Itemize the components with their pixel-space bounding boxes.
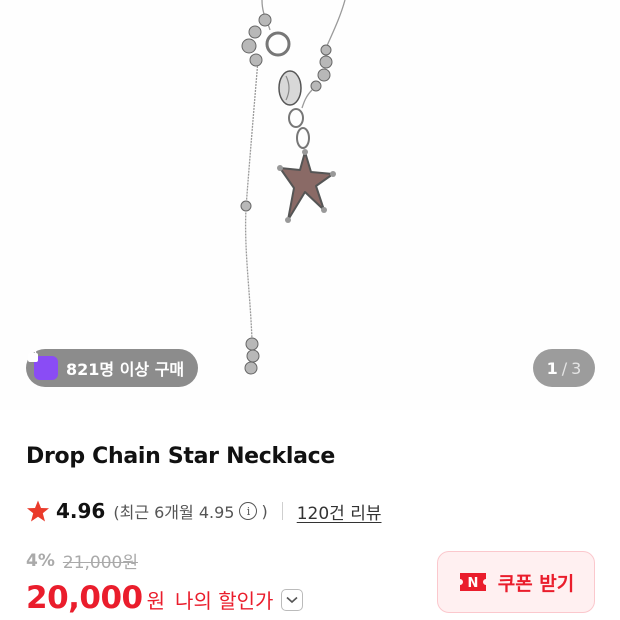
get-coupon-button[interactable]: N 쿠폰 받기 [437,551,595,613]
pager-total: 3 [571,358,582,378]
shopping-bag-icon [28,349,58,380]
recent-rating-text: (최근 6개월 4.95 [113,503,235,522]
coupon-label: 쿠폰 받기 [497,572,575,595]
discount-row: 4% 21,000원 [26,548,138,574]
price-details-toggle[interactable] [281,589,304,611]
coupon-icon-letter: N [467,576,478,591]
sale-price-row: 20,000 원 나의 할인가 [26,580,304,616]
original-price: 21,000원 [62,553,138,573]
my-discount-label: 나의 할인가 [175,589,274,613]
pager-current: 1 [546,358,558,378]
coupon-icon: N [459,573,486,591]
divider [281,502,283,520]
rating-score: 4.96 [56,499,106,523]
pager-separator: / [561,358,568,378]
image-pager: 1 / 3 [533,349,595,387]
discount-percent: 4% [26,550,55,571]
chevron-down-icon [286,596,298,604]
product-title: Drop Chain Star Necklace [26,444,336,469]
rating-row: 4.96 (최근 6개월 4.95 i ) 120건 리뷰 [26,496,382,526]
reviews-link[interactable]: 120건 리뷰 [297,499,382,524]
currency-unit: 원 [146,589,166,613]
purchase-count-badge: 821명 이상 구매 [26,349,199,387]
purchase-count-text: 821명 이상 구매 [66,360,185,379]
star-icon [27,500,49,522]
recent-rating-close: ) [261,501,268,521]
product-image-gallery[interactable]: 821명 이상 구매 1 / 3 [0,0,620,410]
sale-price: 20,000 [26,580,143,616]
info-icon[interactable]: i [239,502,258,520]
recent-rating: (최근 6개월 4.95 i ) [113,499,267,523]
